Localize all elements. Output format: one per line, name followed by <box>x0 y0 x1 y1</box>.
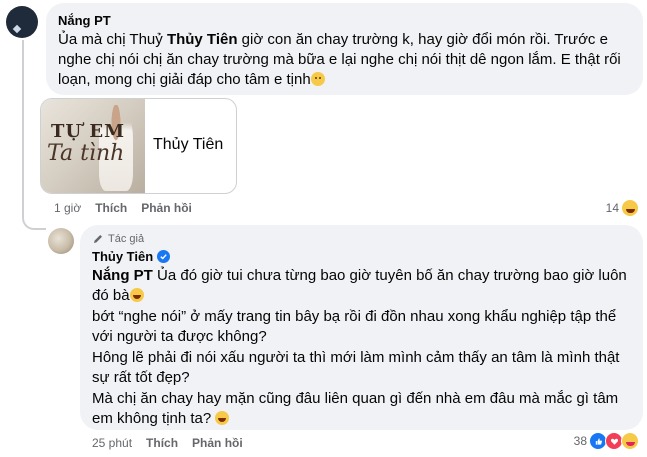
comment-text: Ủa mà chị Thuỷ Thủy Tiên giờ con ăn chay… <box>58 30 631 90</box>
thumbnail-caption-bottom: Ta tình <box>47 141 125 166</box>
pen-icon <box>94 235 102 243</box>
comment-text-part: Ủa mà chị Thuỷ <box>58 31 167 48</box>
reply-actions: 25 phút Thích Phản hồi <box>92 436 243 450</box>
reply-text: Ủa đó giờ tui chưa từng bao giờ tuyên bố… <box>92 267 627 304</box>
reply-paragraph: Hông lẽ phải đi nói xấu người ta thì mới… <box>92 349 620 386</box>
attachment-label: Thủy Tiên <box>153 136 224 153</box>
reply-button[interactable]: Phản hồi <box>141 201 192 215</box>
commenter-avatar[interactable] <box>6 6 38 38</box>
thread-line <box>22 40 24 216</box>
haha-reaction-icon <box>621 432 639 450</box>
like-button[interactable]: Thích <box>146 436 178 450</box>
thread-connector <box>22 214 46 230</box>
comment-author[interactable]: Nắng PT <box>58 12 631 29</box>
attachment-card[interactable]: TỰ EM Ta tình Thủy Tiên <box>40 98 237 194</box>
reaction-count: 38 <box>573 434 587 448</box>
comment-actions: 1 giờ Thích Phản hồi <box>54 201 192 215</box>
reply-author-avatar[interactable] <box>48 228 74 254</box>
reply-author-row: Thủy Tiên <box>92 248 631 265</box>
sad-face-emoji-icon <box>310 72 325 86</box>
comment-time[interactable]: 1 giờ <box>54 201 81 215</box>
reply-bubble: Tác giả Thủy Tiên Nắng PT Ủa đó giờ tui … <box>80 225 643 430</box>
laughing-emoji-icon <box>129 288 144 302</box>
like-button[interactable]: Thích <box>95 201 127 215</box>
reaction-count: 14 <box>605 201 619 215</box>
reply-time[interactable]: 25 phút <box>92 436 132 450</box>
reply-paragraph: Nắng PT Ủa đó giờ tui chưa từng bao giờ … <box>92 266 631 306</box>
reply-button[interactable]: Phản hồi <box>192 436 243 450</box>
laughing-emoji-icon <box>215 411 230 425</box>
reply-paragraph: Mà chị ăn chay hay mặn cũng đâu liên qua… <box>92 389 631 429</box>
author-role-label: Tác giả <box>108 233 145 245</box>
comment-bubble: Nắng PT Ủa mà chị Thuỷ Thủy Tiên giờ con… <box>46 3 643 95</box>
comment-mention[interactable]: Thủy Tiên <box>167 31 238 48</box>
thumbnail-caption-top: TỰ EM <box>51 121 126 142</box>
author-role: Tác giả <box>92 232 631 246</box>
verified-badge-icon <box>157 250 171 263</box>
avatar-sparkle-icon <box>12 24 22 34</box>
reply-paragraph: bớt “nghe nói” ở mấy trang tin bây bạ rồ… <box>92 308 617 345</box>
reply-text: Mà chị ăn chay hay mặn cũng đâu liên qua… <box>92 390 619 427</box>
reply-mention[interactable]: Nắng PT <box>92 267 153 284</box>
attachment-thumbnail: TỰ EM Ta tình <box>41 99 145 193</box>
laugh-reaction-icon <box>621 199 639 217</box>
reply-author[interactable]: Thủy Tiên <box>92 248 153 265</box>
reply-reactions[interactable]: 38 <box>574 432 639 450</box>
comment-reactions[interactable]: 14 <box>606 199 639 217</box>
